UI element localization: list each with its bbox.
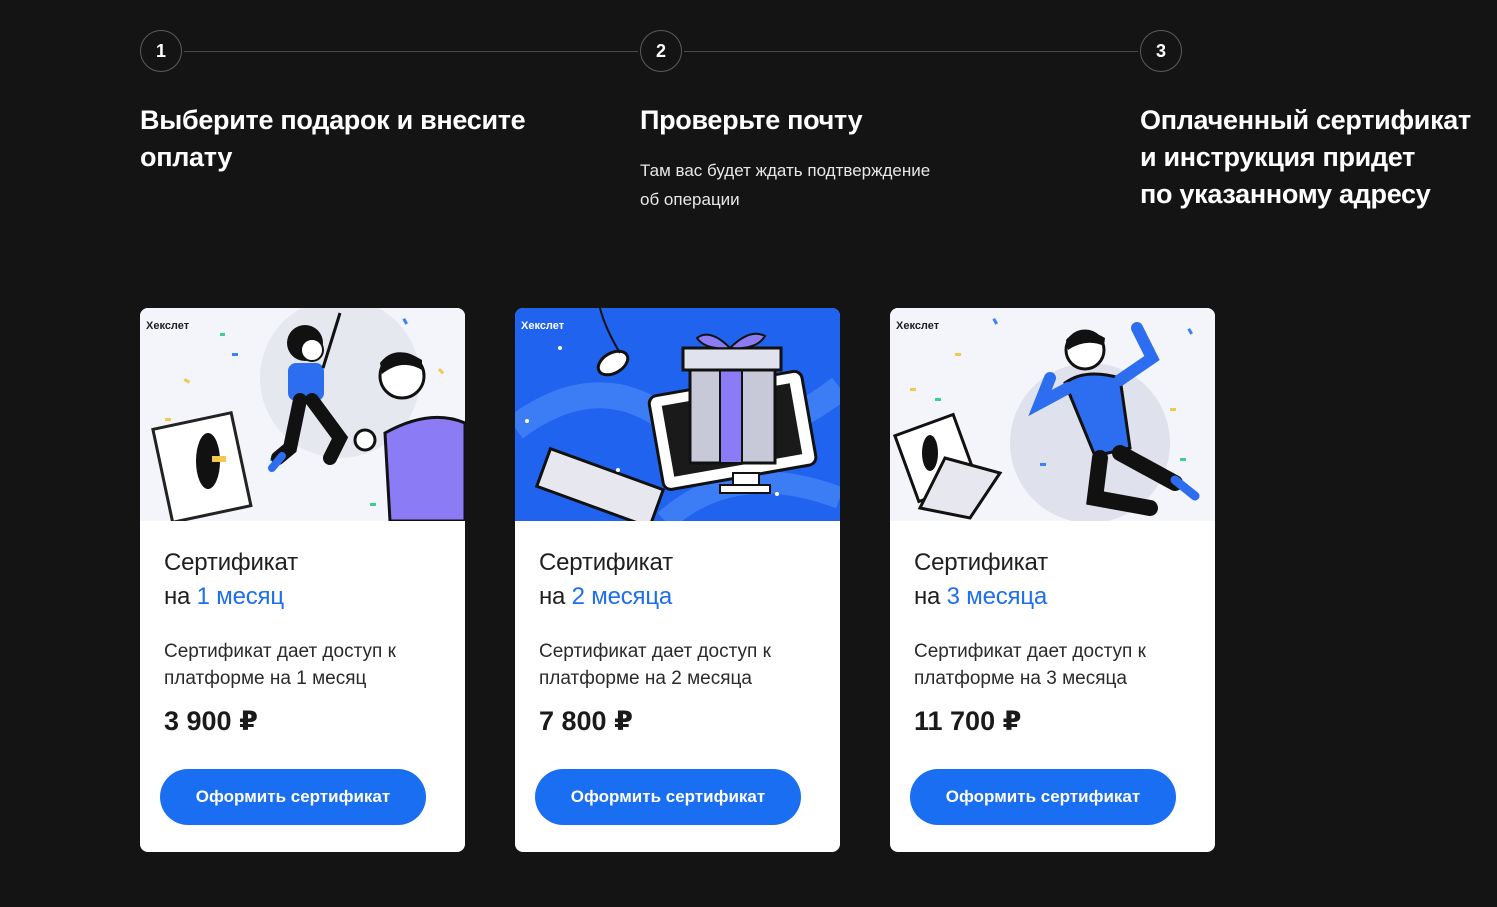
step-connector: [684, 51, 1138, 52]
card-title-line: Сертификат: [539, 549, 673, 576]
card-duration: 3 месяца: [946, 583, 1048, 610]
brand-logo: Хекслет: [896, 320, 940, 332]
card-title: Сертификат на 2 месяца: [539, 546, 673, 614]
card-title: Сертификат на 1 месяц: [164, 546, 298, 614]
card-title-line: Сертификат: [164, 549, 298, 576]
card-duration: 2 месяца: [571, 583, 673, 610]
certificate-card-1-month: Хекслет Сертификат на 1 месяц Сертификат…: [140, 308, 465, 852]
steps-section: 1 2 3 Выберите подарок и внесите оплату …: [140, 30, 1497, 250]
card-price: 7 800 ₽: [539, 706, 633, 736]
card-description: Сертификат дает доступ к платформе на 3 …: [914, 641, 1146, 689]
brand-logo: Хекслет: [521, 320, 565, 332]
card-price: 11 700 ₽: [914, 706, 1022, 736]
card-duration: 1 месяц: [196, 583, 284, 610]
step-title-1: Выберите подарок и внесите оплату: [140, 105, 526, 172]
card-illustration: Хекслет: [515, 308, 840, 521]
card-description: Сертификат дает доступ к платформе на 1 …: [164, 641, 396, 689]
step-number-1: 1: [140, 30, 182, 72]
card-title: Сертификат на 3 месяца: [914, 546, 1048, 614]
card-title-prefix: на: [914, 583, 947, 610]
certificate-card-2-months: Хекслет Сертификат на 2 месяца Сертифика…: [515, 308, 840, 852]
order-certificate-button[interactable]: Оформить сертификат: [160, 769, 426, 825]
order-certificate-button[interactable]: Оформить сертификат: [910, 769, 1176, 825]
step-title-2: Проверьте почту: [640, 105, 863, 135]
step-connector: [184, 51, 638, 52]
card-title-line: Сертификат: [914, 549, 1048, 576]
card-price: 3 900 ₽: [164, 706, 258, 736]
brand-logo: Хекслет: [146, 320, 190, 332]
card-title-prefix: на: [164, 583, 197, 610]
step-description-2: Там вас будет ждать подтверждение об опе…: [640, 161, 931, 209]
card-illustration: Хекслет: [890, 308, 1215, 521]
certificate-card-3-months: Хекслет Сертификат на 3 месяца Сертифика…: [890, 308, 1215, 852]
card-illustration: Хекслет: [140, 308, 465, 521]
step-title-3: Оплаченный сертификат и инструкция приде…: [1140, 105, 1471, 209]
step-number-2: 2: [640, 30, 682, 72]
card-title-prefix: на: [539, 583, 572, 610]
order-certificate-button[interactable]: Оформить сертификат: [535, 769, 801, 825]
step-number-3: 3: [1140, 30, 1182, 72]
card-description: Сертификат дает доступ к платформе на 2 …: [539, 641, 771, 689]
